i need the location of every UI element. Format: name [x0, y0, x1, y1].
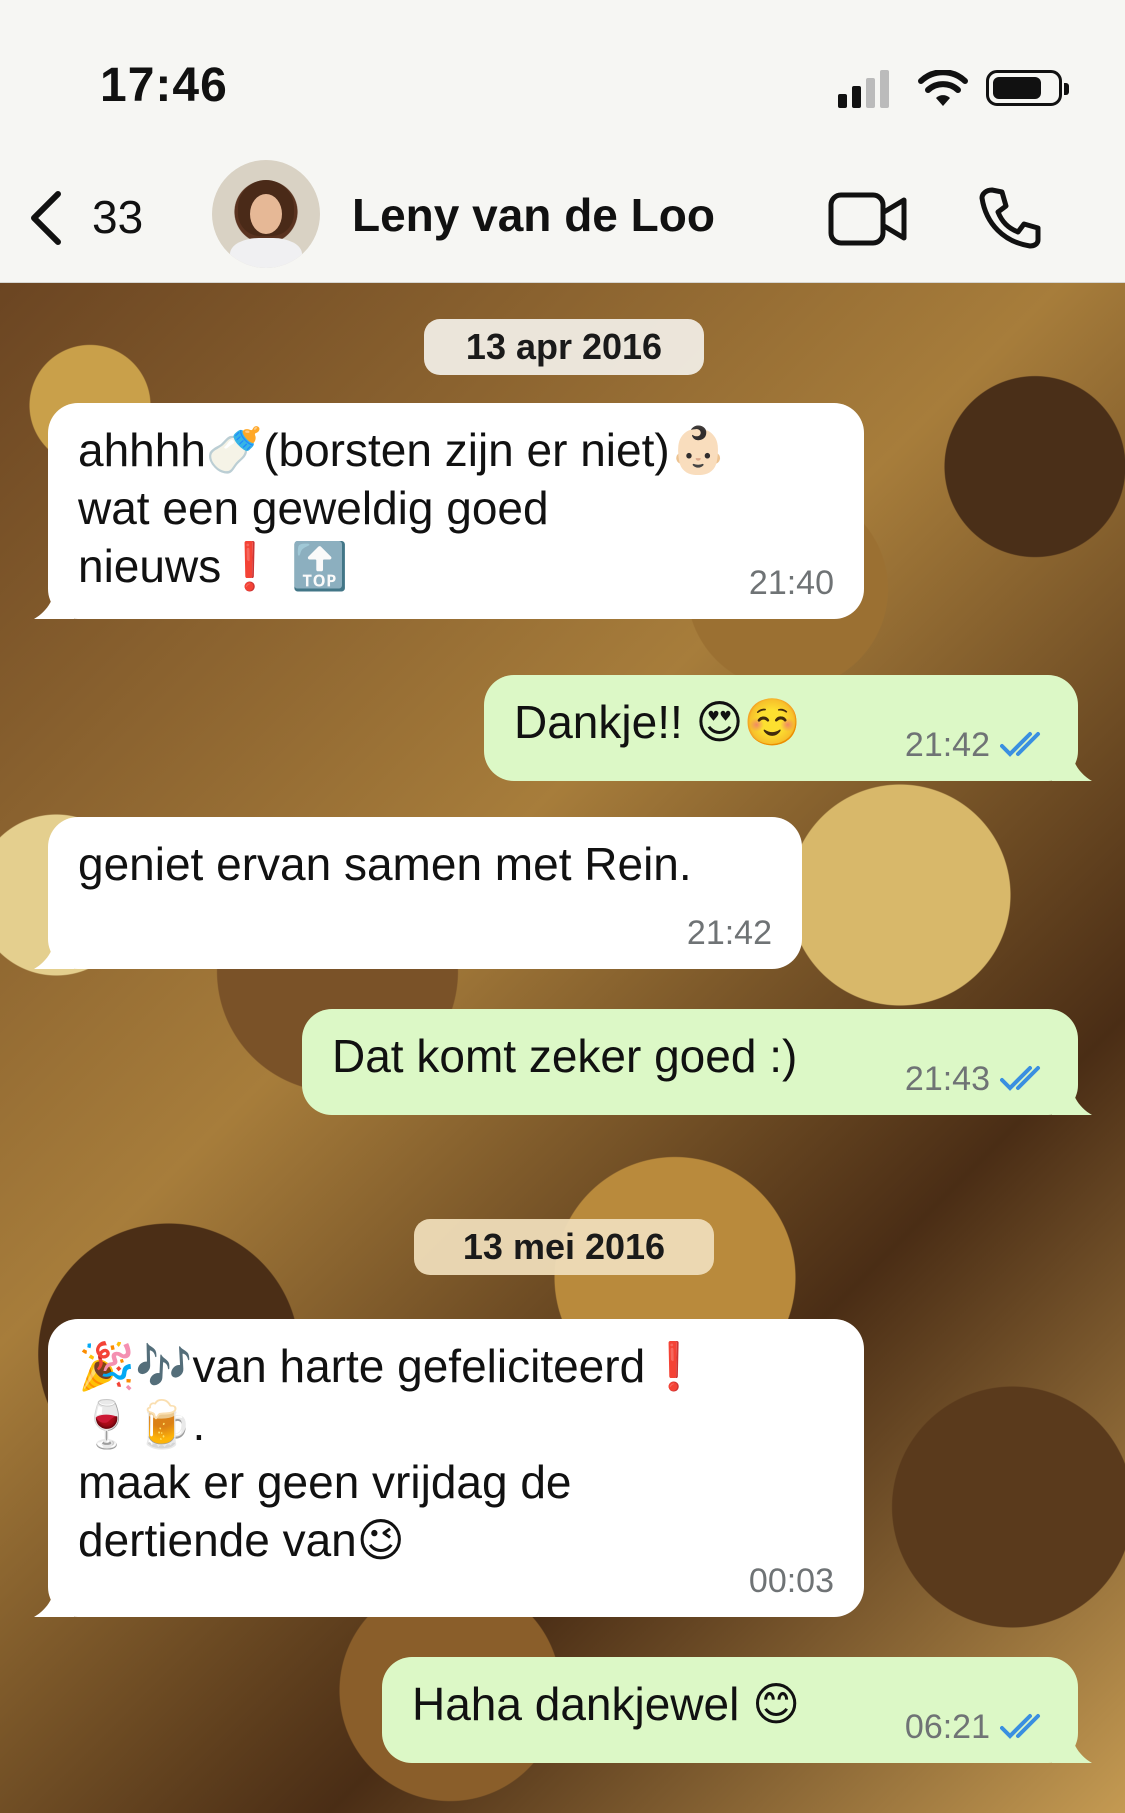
- message-text: geniet ervan samen met Rein.: [78, 838, 692, 890]
- status-time: 17:46: [100, 59, 228, 112]
- message-incoming[interactable]: 🎉🎶van harte gefeliciteerd❗ 🍷🍺. maak er g…: [34, 1319, 864, 1617]
- contact-name[interactable]: Leny van de Loo: [352, 188, 715, 242]
- message-text: 🎉🎶van harte gefeliciteerd❗ 🍷🍺. maak er g…: [78, 1340, 703, 1566]
- message-text: Dat komt zeker goed :): [332, 1030, 798, 1082]
- back-chevron-icon[interactable]: [26, 190, 66, 246]
- status-bar: 17:46: [0, 0, 1125, 150]
- message-time: 21:43: [905, 1059, 1048, 1099]
- message-text: ahhhh🍼(borsten zijn er niet)👶🏻 wat een g…: [78, 424, 727, 592]
- message-outgoing[interactable]: Dat komt zeker goed :) 21:43: [302, 1009, 1092, 1115]
- message-outgoing[interactable]: Haha dankjewel 😊 06:21: [382, 1657, 1092, 1763]
- phone-call-icon[interactable]: [978, 186, 1042, 250]
- message-time: 06:21: [905, 1707, 1048, 1747]
- battery-icon: [986, 70, 1069, 106]
- message-incoming[interactable]: ahhhh🍼(borsten zijn er niet)👶🏻 wat een g…: [34, 403, 864, 619]
- unread-count[interactable]: 33: [92, 190, 143, 244]
- chat-background: 13 apr 2016 ahhhh🍼(borsten zijn er niet)…: [0, 283, 1125, 1813]
- avatar[interactable]: [212, 160, 320, 268]
- message-text: Dankje!! 😍☺️: [514, 696, 801, 748]
- signal-icon: [838, 70, 894, 108]
- read-receipt-icon: [1000, 1066, 1040, 1091]
- message-time: 00:03: [748, 1562, 834, 1600]
- message-time: 21:42: [905, 725, 1048, 765]
- wifi-icon: [918, 70, 968, 106]
- read-receipt-icon: [1000, 732, 1040, 757]
- video-call-icon[interactable]: [828, 192, 908, 246]
- message-incoming[interactable]: geniet ervan samen met Rein. 21:42: [34, 817, 802, 969]
- date-separator: 13 apr 2016: [424, 319, 704, 375]
- read-receipt-icon: [1000, 1714, 1040, 1739]
- message-time: 21:40: [748, 564, 834, 602]
- message-outgoing[interactable]: Dankje!! 😍☺️ 21:42: [484, 675, 1092, 781]
- message-time: 21:42: [686, 914, 772, 952]
- chat-header: 33 Leny van de Loo: [0, 150, 1125, 283]
- date-separator: 13 mei 2016: [414, 1219, 714, 1275]
- message-text: Haha dankjewel 😊: [412, 1678, 801, 1730]
